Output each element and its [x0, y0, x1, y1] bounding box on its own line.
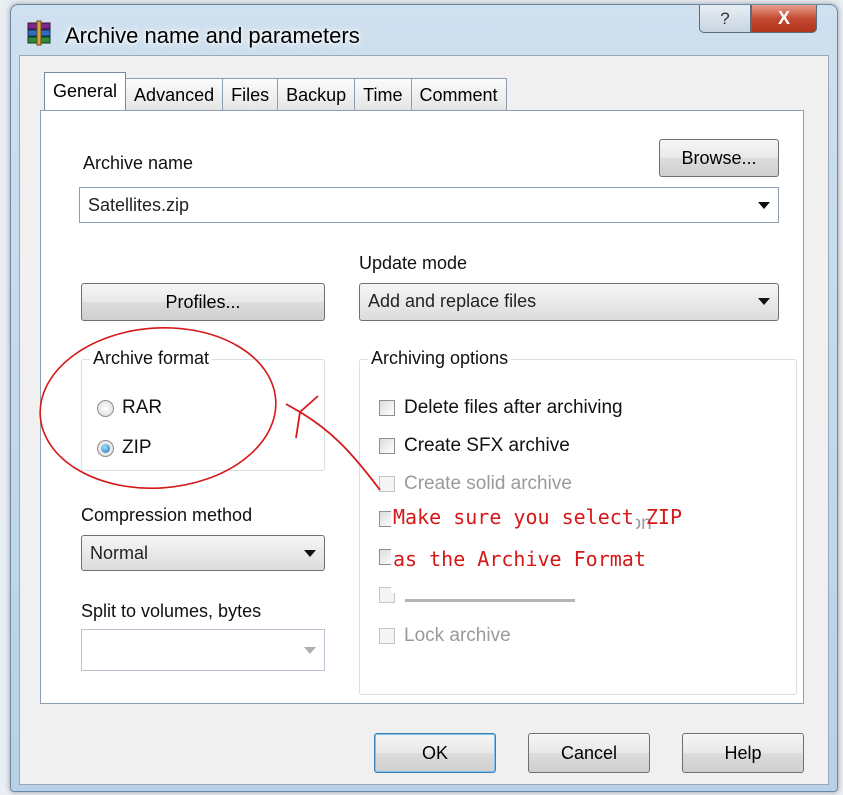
radio-rar[interactable]: RAR	[97, 397, 162, 419]
checkbox-create-solid[interactable]: Create solid archive	[379, 473, 572, 495]
tab-files[interactable]: Files	[222, 78, 279, 110]
tab-backup[interactable]: Backup	[277, 78, 356, 110]
general-tab-panel: Archive name Browse... Satellites.zip Up…	[40, 110, 804, 704]
checkbox-delete-files[interactable]: Delete files after archiving	[379, 397, 623, 419]
help-button[interactable]: Help	[682, 733, 804, 773]
winrar-books-icon	[27, 20, 51, 46]
checkbox-lock-archive[interactable]: Lock archive	[379, 625, 511, 647]
close-icon: X	[777, 8, 790, 28]
update-mode-select[interactable]: Add and replace files	[359, 283, 779, 321]
update-mode-label: Update mode	[359, 253, 468, 273]
radio-circle-icon[interactable]	[97, 399, 114, 417]
title-close-button[interactable]: X	[751, 5, 817, 33]
checkbox-icon[interactable]	[379, 476, 395, 492]
radio-zip-label: ZIP	[122, 437, 152, 458]
cancel-button[interactable]: Cancel	[528, 733, 650, 773]
split-volumes-combo[interactable]	[81, 629, 325, 671]
tab-general[interactable]: General	[44, 72, 127, 110]
ok-button[interactable]: OK	[374, 733, 496, 773]
help-icon: ?	[720, 8, 730, 28]
dialog-client-area: General Advanced Files Backup Time Comme…	[19, 55, 829, 785]
tab-strip: General Advanced Files Backup Time Comme…	[44, 72, 507, 110]
archive-format-title: Archive format	[90, 348, 213, 369]
compression-value: Normal	[90, 543, 149, 563]
split-volumes-label: Split to volumes, bytes	[81, 601, 262, 621]
checkbox-icon[interactable]	[379, 628, 395, 644]
chevron-down-icon[interactable]	[304, 647, 316, 654]
chevron-down-icon[interactable]	[758, 202, 770, 209]
tab-comment[interactable]: Comment	[410, 78, 507, 110]
archiving-options-title: Archiving options	[368, 348, 512, 369]
compression-method-select[interactable]: Normal	[81, 535, 325, 571]
checkbox-icon[interactable]	[379, 438, 395, 454]
chevron-down-icon[interactable]	[304, 550, 316, 557]
window-title: Archive name and parameters	[65, 23, 360, 48]
annotation-line-1: Make sure you select ZIP	[393, 505, 682, 529]
checkbox-icon[interactable]	[379, 400, 395, 416]
tab-advanced[interactable]: Advanced	[125, 78, 224, 110]
annotation-line-2: as the Archive Format	[393, 547, 646, 571]
radio-zip[interactable]: ZIP	[97, 437, 152, 459]
archive-name-value: Satellites.zip	[88, 195, 190, 215]
archive-name-label: Archive name	[83, 153, 194, 173]
checkbox-delete-files-label: Delete files after archiving	[404, 397, 623, 418]
profiles-button[interactable]: Profiles...	[81, 283, 325, 321]
update-mode-value: Add and replace files	[368, 291, 537, 311]
tab-time[interactable]: Time	[354, 78, 412, 110]
checkbox-create-solid-label: Create solid archive	[404, 473, 572, 494]
title-bar[interactable]: Archive name and parameters ? X	[11, 5, 837, 55]
dialog-window: Archive name and parameters ? X General …	[10, 4, 838, 792]
title-help-button[interactable]: ?	[699, 5, 751, 33]
checkbox-create-sfx[interactable]: Create SFX archive	[379, 435, 570, 457]
checkbox-create-sfx-label: Create SFX archive	[404, 435, 570, 456]
browse-button[interactable]: Browse...	[659, 139, 779, 177]
checkbox-lock-archive-label: Lock archive	[404, 625, 511, 646]
chevron-down-icon[interactable]	[758, 298, 770, 305]
compression-method-label: Compression method	[81, 505, 253, 525]
archive-name-combo[interactable]: Satellites.zip	[79, 187, 779, 223]
radio-rar-label: RAR	[122, 397, 163, 418]
radio-selected-icon[interactable]	[97, 439, 114, 457]
